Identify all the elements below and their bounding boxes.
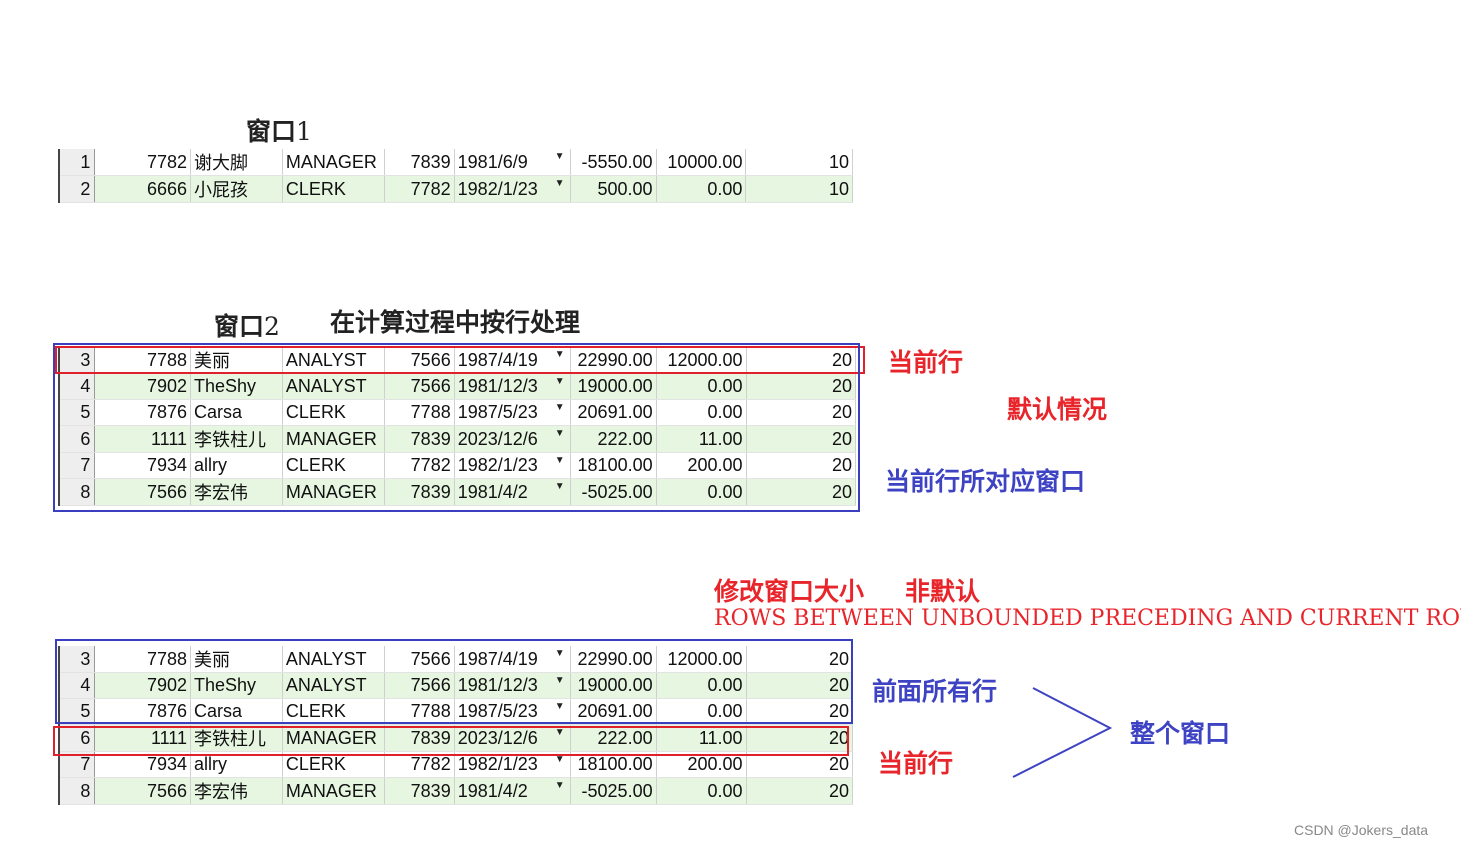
whole-window-label: 整个窗口 xyxy=(1130,719,1231,748)
process-note: 在计算过程中按行处理 xyxy=(330,308,581,337)
table-row: 1 7782 谢大脚 MANAGER 7839 1981/6/9 ▼ -5550.00 1000… xyxy=(58,149,853,176)
modify-window-label: 修改窗口大小 xyxy=(714,577,865,606)
ename-cell: 小屁孩 xyxy=(190,175,283,203)
window1-title: 窗口1 xyxy=(246,117,312,146)
dropdown-arrow-icon[interactable]: ▼ xyxy=(555,178,565,189)
job-cell: MANAGER xyxy=(282,149,385,176)
bracket-arrow xyxy=(1012,687,1113,778)
date-cell[interactable]: 1981/4/2 ▼ xyxy=(454,777,571,805)
current-row-label-1: 当前行 xyxy=(888,348,964,377)
job-cell: MANAGER xyxy=(282,777,385,805)
value2-cell: 0.00 xyxy=(656,175,747,203)
dept-cell: 20 xyxy=(746,777,854,805)
value1-cell: 500.00 xyxy=(570,175,657,203)
empno-cell: 7782 xyxy=(94,149,192,176)
non-default-label: 非默认 xyxy=(905,577,981,606)
mgr-cell: 7839 xyxy=(384,149,455,176)
rows-clause: ROWS BETWEEN UNBOUNDED PRECEDING AND CUR… xyxy=(714,606,1461,631)
date-cell[interactable]: 1981/6/9 ▼ xyxy=(454,149,571,176)
date-cell[interactable]: 1982/1/23 ▼ xyxy=(454,175,571,203)
watermark: CSDN @Jokers_data xyxy=(1294,822,1429,838)
current-row-window-label: 当前行所对应窗口 xyxy=(885,467,1086,496)
dept-cell: 10 xyxy=(745,175,853,203)
row-number-cell: 2 xyxy=(58,175,96,203)
table-row: 2 6666 小屁孩 CLERK 7782 1982/1/23 ▼ 500.00 0.00 10 xyxy=(58,175,853,203)
empno-cell: 7566 xyxy=(94,777,191,805)
ename-cell: 李宏伟 xyxy=(190,777,283,805)
empno-cell: 6666 xyxy=(94,175,192,203)
value2-cell: 10000.00 xyxy=(656,149,747,176)
row-number-cell: 8 xyxy=(58,777,96,805)
mgr-cell: 7839 xyxy=(384,777,455,805)
table-row: 8 7566 李宏伟 MANAGER 7839 1981/4/2 ▼ -5025.00 0.00… xyxy=(58,777,854,805)
dropdown-arrow-icon[interactable]: ▼ xyxy=(555,780,565,791)
ename-cell: 谢大脚 xyxy=(190,149,283,176)
dropdown-arrow-icon[interactable]: ▼ xyxy=(555,151,565,162)
window2-highlight xyxy=(53,343,860,512)
mgr-cell: 7782 xyxy=(384,175,455,203)
previous-rows-highlight xyxy=(55,639,853,724)
table-window1: 1 7782 谢大脚 MANAGER 7839 1981/6/9 ▼ -5550.00 1000… xyxy=(58,149,853,203)
value2-cell: 0.00 xyxy=(656,777,747,805)
value1-cell: -5550.00 xyxy=(570,149,657,176)
value1-cell: -5025.00 xyxy=(570,777,657,805)
default-case-label: 默认情况 xyxy=(1007,395,1108,424)
window2-title: 窗口2 xyxy=(214,312,280,341)
current-row-highlight-2 xyxy=(53,726,849,756)
current-row-label-2: 当前行 xyxy=(878,749,954,778)
all-previous-rows-label: 前面所有行 xyxy=(872,677,998,706)
job-cell: CLERK xyxy=(282,175,385,203)
row-number-cell: 1 xyxy=(58,149,96,176)
dept-cell: 10 xyxy=(745,149,853,176)
